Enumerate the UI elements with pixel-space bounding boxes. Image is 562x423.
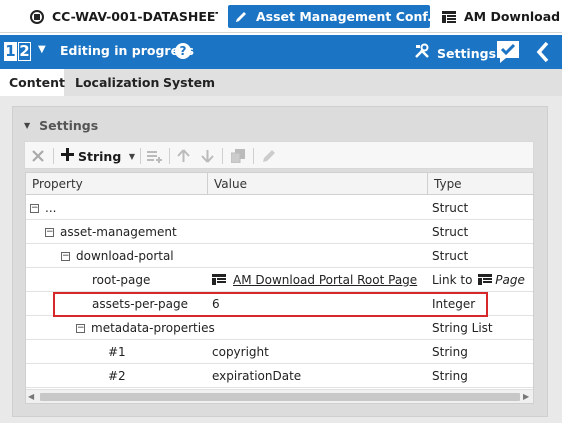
collapse-toggle-icon[interactable]: −	[30, 204, 39, 213]
add-list-icon[interactable]	[146, 147, 162, 165]
horizontal-scrollbar[interactable]: ◀ ▶	[26, 389, 533, 403]
property-type: Link to Page	[432, 268, 532, 292]
copy-icon[interactable]	[230, 147, 246, 165]
panel-title: Settings	[39, 118, 99, 133]
table-row[interactable]: − download-portal Struct	[26, 244, 533, 268]
scroll-left-icon[interactable]: ◀	[28, 393, 36, 401]
property-name: #1	[108, 345, 126, 359]
page-icon	[212, 269, 226, 285]
column-header-value[interactable]: Value	[208, 173, 428, 195]
property-type: Struct	[432, 249, 469, 263]
edit-icon	[234, 10, 248, 24]
check-in-icon[interactable]	[496, 40, 522, 64]
tools-icon	[414, 43, 430, 63]
property-name: root-page	[92, 273, 151, 287]
scroll-right-icon[interactable]: ▶	[523, 393, 531, 401]
chevron-down-icon[interactable]: ▼	[38, 44, 46, 55]
arrow-down-icon[interactable]	[199, 147, 215, 165]
property-type: Struct	[432, 225, 469, 239]
settings-panel-header[interactable]: ▼ Settings	[24, 118, 98, 133]
edit-icon[interactable]	[261, 147, 277, 165]
delete-icon[interactable]	[30, 147, 46, 165]
tab-asset-management-config[interactable]: Asset Management Conf... ✕	[228, 5, 430, 28]
grid-icon	[442, 10, 456, 24]
app-logo[interactable]: 12	[4, 42, 31, 62]
property-value[interactable]: copyright	[212, 340, 426, 364]
tab-content[interactable]: Content	[0, 69, 65, 96]
chevron-left-icon[interactable]	[536, 41, 550, 63]
settings-label: Settings	[437, 45, 497, 61]
property-value[interactable]: AM Download Portal Root Page	[212, 268, 426, 292]
add-string-button[interactable]: String	[61, 147, 121, 165]
table-row[interactable]: −... Struct	[26, 196, 533, 220]
table-row[interactable]: − asset-management Struct	[26, 220, 533, 244]
editor-subtabs: Content Localization System	[0, 69, 562, 96]
property-type: String List	[432, 321, 493, 335]
type-target: Page	[495, 273, 525, 287]
property-type: String	[432, 369, 468, 383]
type-prefix: Link to	[432, 273, 473, 287]
tab-datasheet[interactable]: CC-WAV-001-DATASHEET	[28, 5, 218, 28]
column-header-type[interactable]: Type	[428, 173, 533, 195]
grid-header: Property Value Type	[26, 173, 533, 195]
link-value[interactable]: AM Download Portal Root Page	[233, 273, 417, 287]
table-row[interactable]: root-page AM Download Portal Root Page L…	[26, 268, 533, 292]
help-icon[interactable]: ?	[175, 43, 191, 59]
settings-button[interactable]: Settings	[414, 43, 496, 63]
chevron-down-icon[interactable]: ▼	[127, 147, 137, 165]
page-icon	[478, 269, 493, 285]
toolbar-divider	[222, 148, 223, 164]
tab-am-download-portal[interactable]: AM Download Po	[442, 5, 562, 28]
scrollbar-thumb[interactable]	[40, 393, 520, 401]
plus-icon	[61, 146, 74, 166]
editing-status: Editing in progress	[60, 43, 194, 58]
property-name: metadata-properties	[91, 321, 215, 335]
toolbar-divider	[253, 148, 254, 164]
collapse-toggle-icon[interactable]: −	[45, 228, 54, 237]
collapse-toggle-icon[interactable]: −	[76, 324, 85, 333]
highlight-box	[53, 292, 488, 317]
column-header-property[interactable]: Property	[26, 173, 208, 195]
tab-label: CC-WAV-001-DATASHEET	[52, 9, 218, 24]
entity-icon	[30, 9, 44, 24]
property-name: #2	[108, 369, 126, 383]
collapse-toggle-icon[interactable]: −	[61, 252, 70, 261]
tab-system[interactable]: System	[154, 69, 224, 96]
toolbar-divider	[53, 148, 54, 164]
property-name: asset-management	[60, 225, 177, 239]
property-type: Struct	[432, 201, 469, 215]
struct-toolbar: String ▼	[24, 141, 534, 169]
struct-property-grid: Property Value Type −... Struct − asset-m…	[25, 172, 534, 404]
tab-label: Asset Management Conf...	[256, 9, 430, 24]
arrow-up-icon[interactable]	[175, 147, 191, 165]
editor-header-bar: 12 ▼ Editing in progress ? Settings	[0, 35, 562, 69]
table-row[interactable]: #2 expirationDate String	[26, 364, 533, 388]
table-row[interactable]: #1 copyright String	[26, 340, 533, 364]
property-name: download-portal	[76, 249, 174, 263]
property-type: String	[432, 345, 468, 359]
property-name: ...	[45, 201, 57, 215]
toolbar-divider	[169, 148, 170, 164]
add-string-label: String	[78, 148, 122, 164]
property-value[interactable]: expirationDate	[212, 364, 426, 388]
table-row[interactable]: − metadata-properties String List	[26, 316, 533, 340]
collapse-caret-icon[interactable]: ▼	[24, 121, 30, 130]
document-tab-bar: CC-WAV-001-DATASHEET Asset Management Co…	[0, 0, 562, 33]
toolbar-divider	[140, 148, 141, 164]
tab-label: AM Download Po	[464, 9, 562, 24]
